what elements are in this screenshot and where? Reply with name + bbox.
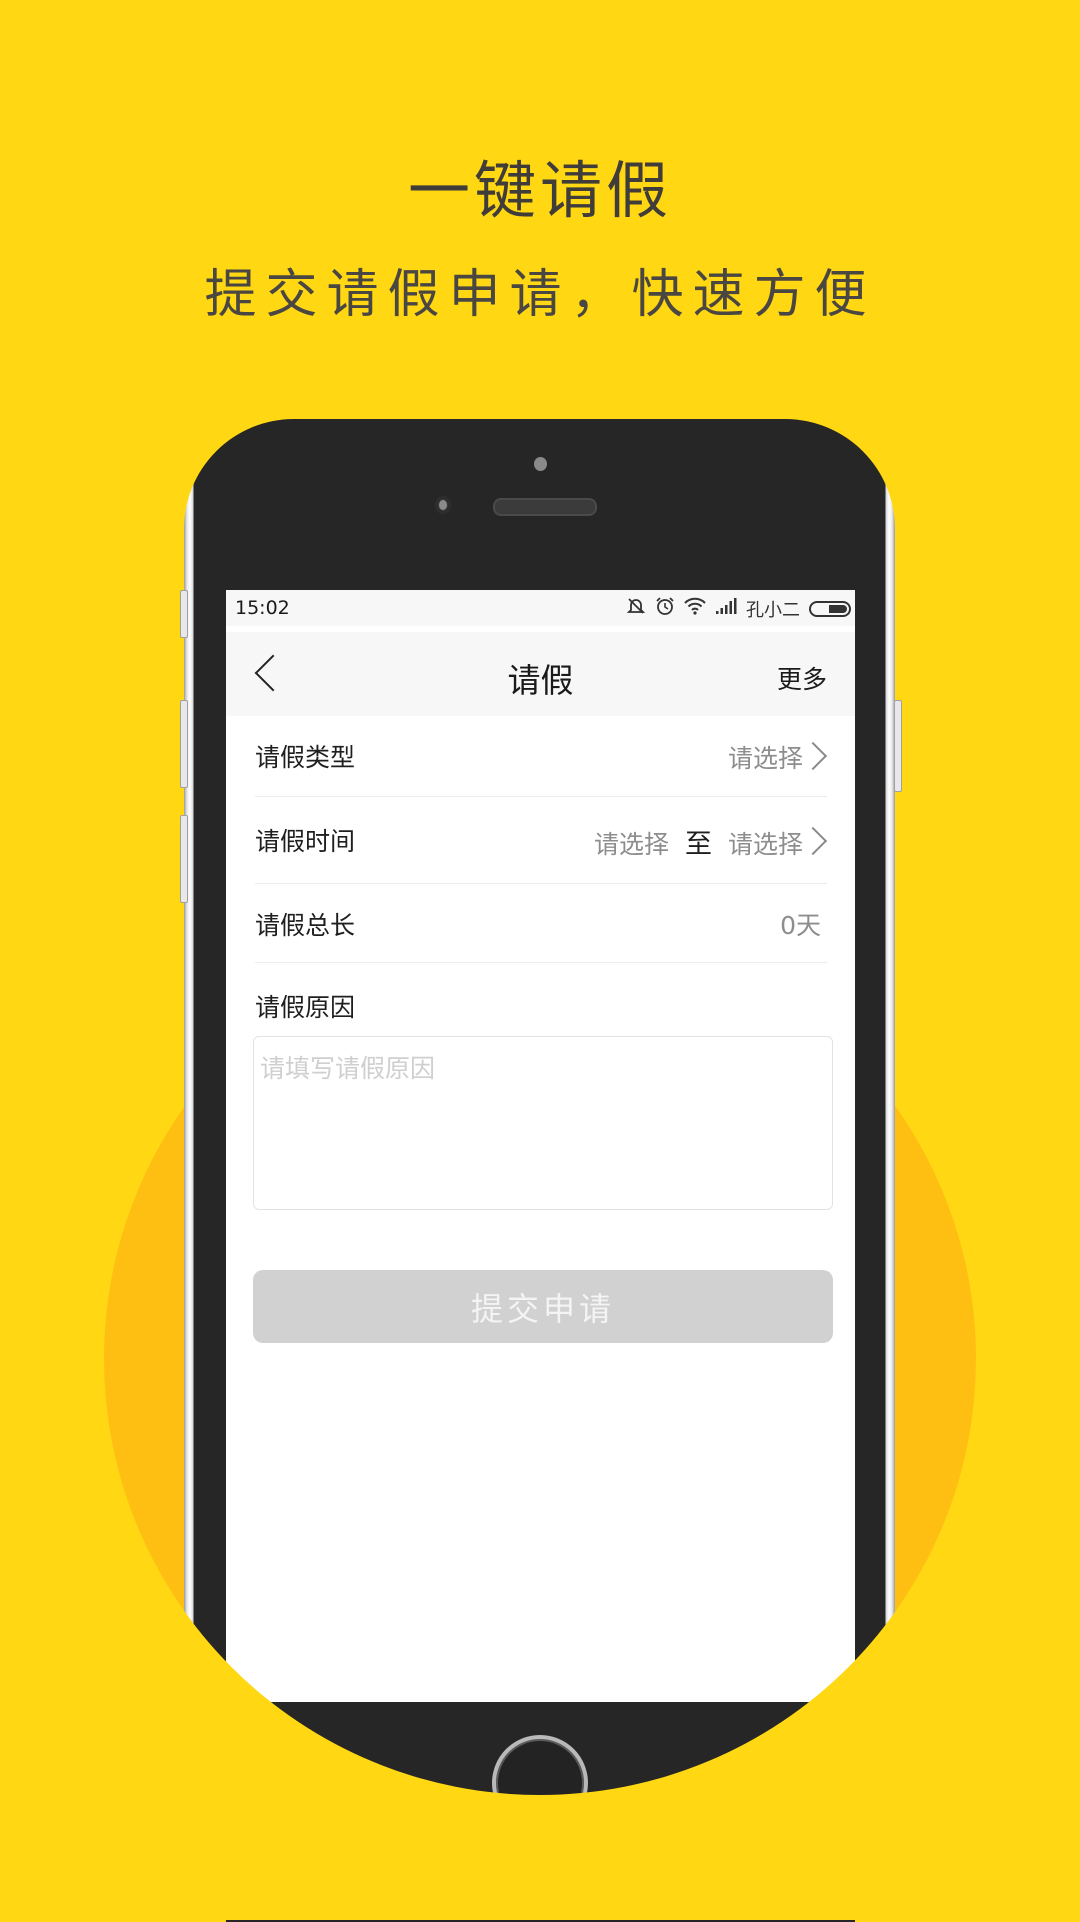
chevron-right-icon — [798, 741, 828, 771]
wifi-icon — [684, 597, 706, 621]
submit-button[interactable]: 提交申请 — [253, 1270, 833, 1343]
leave-duration-value: 0天 — [780, 911, 821, 940]
leave-reason-label: 请假原因 — [255, 993, 356, 1022]
chevron-right-icon — [798, 826, 828, 856]
leave-type-label: 请假类型 — [255, 743, 356, 772]
status-bar: 15:02 孔小二 — [226, 590, 855, 626]
status-time: 15:02 — [235, 597, 290, 619]
leave-reason-input[interactable] — [253, 1036, 833, 1210]
phone-side-button-mute — [180, 590, 188, 638]
carrier-name: 孔小二 — [746, 600, 800, 621]
more-button[interactable]: 更多 — [777, 660, 827, 696]
leave-time-separator: 至 — [684, 829, 712, 860]
app-screen: 15:02 孔小二 请假 更多 请假类型 请选择 请假时间 请选择 至 请选择 … — [226, 590, 855, 1702]
phone-sensor — [534, 457, 547, 471]
nav-bar: 请假 更多 — [226, 626, 855, 716]
leave-type-value[interactable]: 请选择 — [728, 739, 803, 775]
leave-duration-row: 请假总长 0天 — [255, 884, 827, 963]
page-title: 请假 — [507, 661, 574, 700]
home-button[interactable] — [492, 1735, 588, 1831]
phone-front-camera — [435, 496, 451, 514]
signal-icon — [715, 598, 737, 620]
mute-icon — [626, 596, 646, 622]
phone-side-button-volume-up — [180, 700, 188, 788]
phone-side-button-power — [894, 700, 902, 792]
leave-start-select[interactable]: 请选择 — [594, 830, 669, 859]
phone-mockup: 15:02 孔小二 请假 更多 请假类型 请选择 请假时间 请选择 至 请选择 … — [0, 0, 1080, 1922]
leave-type-row[interactable]: 请假类型 请选择 — [255, 716, 828, 797]
phone-speaker — [493, 498, 597, 516]
leave-time-row: 请假时间 请选择至请选择 — [255, 797, 828, 884]
leave-end-select[interactable]: 请选择 — [728, 830, 803, 859]
battery-icon — [809, 601, 851, 617]
leave-duration-label: 请假总长 — [255, 911, 356, 940]
leave-time-label: 请假时间 — [255, 827, 356, 856]
phone-side-button-volume-down — [180, 815, 188, 903]
alarm-icon — [655, 596, 675, 622]
leave-time-range: 请选择至请选择 — [594, 822, 803, 861]
